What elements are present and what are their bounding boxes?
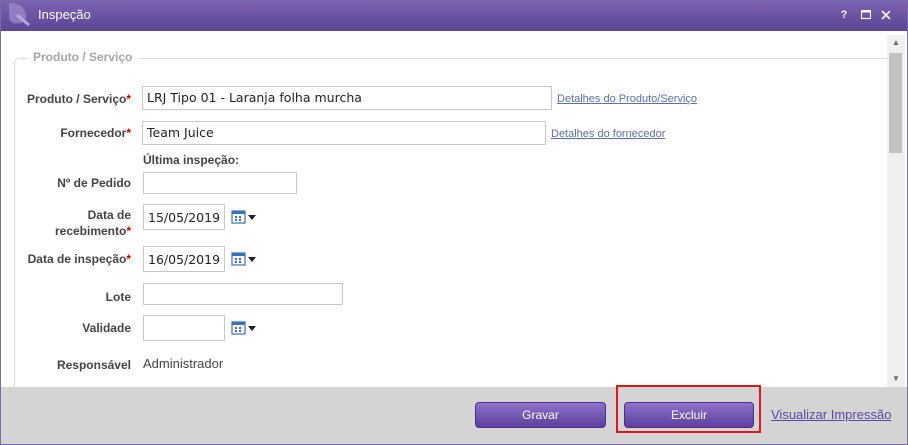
supplier-label-text: Fornecedor <box>60 126 127 140</box>
inspection-date-label: Data de inspeção* <box>11 252 131 266</box>
help-button[interactable]: ? <box>837 8 851 22</box>
supplier-field[interactable]: Team Juice <box>142 121 546 145</box>
order-field[interactable] <box>143 172 297 194</box>
inspection-date-field[interactable]: 16/05/2019 <box>143 246 225 272</box>
lot-field[interactable] <box>143 283 343 305</box>
supplier-label: Fornecedor* <box>11 126 131 140</box>
validity-label: Validade <box>82 321 131 335</box>
scroll-thumb[interactable] <box>889 53 902 153</box>
print-preview-link[interactable]: Visualizar Impressão <box>771 407 891 422</box>
vertical-scrollbar[interactable]: ▲ ▼ <box>887 35 905 387</box>
scroll-up-icon[interactable]: ▲ <box>887 35 905 51</box>
maximize-button[interactable] <box>859 8 873 22</box>
delete-highlight-box <box>616 385 761 433</box>
close-icon <box>881 10 891 20</box>
save-button[interactable]: Gravar <box>475 402 606 428</box>
maximize-icon <box>860 9 872 20</box>
title-bar: Inspeção ? <box>1 1 907 31</box>
dialog-title: Inspeção <box>38 7 91 22</box>
dialog-content: Produto / Serviço Produto / Serviço* LRJ… <box>1 31 907 400</box>
validity-calendar-icon[interactable] <box>231 320 257 336</box>
receipt-label-line2: recebimento <box>54 224 127 238</box>
order-label: Nº de Pedido <box>57 176 131 190</box>
lot-label: Lote <box>105 290 131 304</box>
inspection-dialog: Inspeção ? Produto / Serviço Produto / S… <box>0 0 908 445</box>
required-marker: * <box>126 224 131 238</box>
product-label-text: Produto / Serviço <box>26 92 127 106</box>
product-details-link[interactable]: Detalhes do Produto/Serviço <box>557 93 697 105</box>
product-field[interactable]: LRJ Tipo 01 - Laranja folha murcha <box>142 86 552 110</box>
fieldset-legend: Produto / Serviço <box>27 50 139 64</box>
required-marker: * <box>126 92 131 106</box>
responsible-label: Responsável <box>56 358 131 372</box>
close-button[interactable] <box>879 8 893 22</box>
receipt-date-field[interactable]: 15/05/2019 <box>143 204 225 230</box>
responsible-value: Administrador <box>143 356 224 371</box>
receipt-calendar-icon[interactable] <box>231 209 257 225</box>
inspection-calendar-icon[interactable] <box>231 251 257 267</box>
required-marker: * <box>126 252 131 266</box>
inspection-date-label-text: Data de inspeção <box>27 252 127 266</box>
app-logo-icon <box>9 3 30 27</box>
validity-field[interactable] <box>143 315 225 341</box>
required-marker: * <box>126 126 131 140</box>
supplier-details-link[interactable]: Detalhes do fornecedor <box>551 128 665 140</box>
product-label: Produto / Serviço* <box>11 92 131 106</box>
receipt-date-label: Data de recebimento* <box>11 207 131 239</box>
scroll-down-icon[interactable]: ▼ <box>887 371 905 387</box>
last-inspection-label: Última inspeção: <box>143 153 240 167</box>
receipt-label-line1: Data de <box>87 208 131 222</box>
